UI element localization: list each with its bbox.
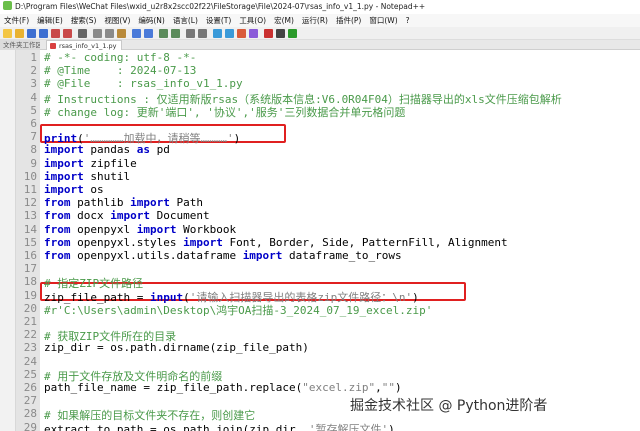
code-line: from openpyxl import Workbook xyxy=(44,222,237,236)
stop-macro-icon[interactable] xyxy=(276,29,285,38)
line-number: 3 xyxy=(30,77,37,91)
code-line: import pandas as pd xyxy=(44,143,170,157)
new-file-icon[interactable] xyxy=(3,29,12,38)
code-line: import zipfile xyxy=(44,156,137,170)
code-line: from docx import Document xyxy=(44,209,210,223)
line-number: 6 xyxy=(30,117,37,130)
line-number: 2 xyxy=(30,64,37,78)
tab-bar: 文件夹工作区 rsas_info_v1_1.py xyxy=(0,40,640,50)
paste-icon[interactable] xyxy=(117,29,126,38)
zoom-in-icon[interactable] xyxy=(186,29,195,38)
line-number: 12 xyxy=(23,196,37,210)
window-title: D:\Program Files\WeChat Files\wxid_u2r8x… xyxy=(15,2,426,11)
menu-edit[interactable]: 编辑(E) xyxy=(33,14,67,27)
title-bar: D:\Program Files\WeChat Files\wxid_u2r8x… xyxy=(0,0,640,14)
word-wrap-icon[interactable] xyxy=(225,29,234,38)
menu-plugins[interactable]: 插件(P) xyxy=(332,14,365,27)
menu-help[interactable]: ? xyxy=(402,14,414,27)
line-number: 7 xyxy=(30,130,37,144)
menu-window[interactable]: 窗口(W) xyxy=(365,14,401,27)
folder-workspace-tab[interactable]: 文件夹工作区 xyxy=(0,40,40,50)
code-line: from openpyxl.utils.dataframe import dat… xyxy=(44,249,402,262)
zoom-out-icon[interactable] xyxy=(198,29,207,38)
line-number: 4 xyxy=(30,90,37,104)
code-line: import shutil xyxy=(44,169,131,183)
tab-label: rsas_info_v1_1.py xyxy=(59,42,117,50)
save-all-icon[interactable] xyxy=(39,29,48,38)
line-number: 10 xyxy=(23,169,37,183)
code-line: path_file_name = zip_file_path.replace("… xyxy=(44,381,402,394)
menu-language[interactable]: 语言(L) xyxy=(169,14,202,27)
line-number: 9 xyxy=(30,156,37,170)
unsaved-file-icon xyxy=(50,43,56,49)
record-macro-icon[interactable] xyxy=(264,29,273,38)
replace-icon[interactable] xyxy=(171,29,180,38)
line-number: 27 xyxy=(23,394,37,408)
line-number: 20 xyxy=(23,301,37,315)
line-number: 23 xyxy=(23,341,37,355)
watermark: 掘金技术社区 @ Python进阶者 xyxy=(346,394,552,416)
notepadpp-icon xyxy=(3,1,12,10)
cut-icon[interactable] xyxy=(93,29,102,38)
menu-view[interactable]: 视图(V) xyxy=(100,14,134,27)
line-number: 5 xyxy=(30,103,37,117)
line-number: 18 xyxy=(23,275,37,289)
line-number: 14 xyxy=(23,222,37,236)
side-panel xyxy=(0,50,16,431)
line-number: 26 xyxy=(23,381,37,394)
close-icon[interactable] xyxy=(51,29,60,38)
line-number: 21 xyxy=(23,315,37,328)
play-macro-icon[interactable] xyxy=(288,29,297,38)
code-line: # @Time : 2024-07-13 xyxy=(44,64,197,78)
toolbar xyxy=(0,27,640,40)
code-line: # @File : rsas_info_v1_1.py xyxy=(44,77,243,91)
code-line: # change log: 更新'端口', '协议','服务'三列数据合并单元格… xyxy=(44,105,406,119)
print-icon[interactable] xyxy=(78,29,87,38)
code-line: import os xyxy=(44,183,104,196)
code-line: from openpyxl.styles import Font, Border… xyxy=(44,235,508,249)
code-line: zip_dir = os.path.dirname(zip_file_path) xyxy=(44,341,309,355)
menu-encoding[interactable]: 编码(N) xyxy=(134,14,168,27)
indent-guide-icon[interactable] xyxy=(249,29,258,38)
line-number: 17 xyxy=(23,262,37,276)
line-number: 1 xyxy=(30,51,37,64)
close-all-icon[interactable] xyxy=(63,29,72,38)
undo-icon[interactable] xyxy=(132,29,141,38)
line-number: 22 xyxy=(23,328,37,342)
line-number: 13 xyxy=(23,209,37,223)
line-number: 24 xyxy=(23,354,37,368)
menu-settings[interactable]: 设置(T) xyxy=(202,14,235,27)
menu-bar: 文件(F) 编辑(E) 搜索(S) 视图(V) 编码(N) 语言(L) 设置(T) 工具(O)… xyxy=(0,14,640,27)
code-editor[interactable]: # -*- coding: utf-8 -*- # @Time : 2024-07… xyxy=(40,50,640,431)
copy-icon[interactable] xyxy=(105,29,114,38)
menu-tools[interactable]: 工具(O) xyxy=(235,14,270,27)
menu-file[interactable]: 文件(F) xyxy=(0,14,33,27)
line-number: 25 xyxy=(23,367,37,381)
save-icon[interactable] xyxy=(27,29,36,38)
find-icon[interactable] xyxy=(159,29,168,38)
menu-run[interactable]: 运行(R) xyxy=(298,14,332,27)
open-file-icon[interactable] xyxy=(15,29,24,38)
menu-macro[interactable]: 宏(M) xyxy=(270,14,298,27)
menu-search[interactable]: 搜索(S) xyxy=(67,14,101,27)
show-symbols-icon[interactable] xyxy=(237,29,246,38)
line-number: 28 xyxy=(23,407,37,421)
line-number: 8 xyxy=(30,143,37,157)
code-line: # -*- coding: utf-8 -*- xyxy=(44,51,197,64)
line-number: 11 xyxy=(23,183,37,196)
code-line: #r'C:\Users\admin\Desktop\鸿宇OA扫描-3_2024_… xyxy=(44,303,433,317)
line-number-gutter: 1 2 3 4 5 6 7 8 9 10 11 12 13 14 15 16 17 18 19 20 21 22 23 24 2… xyxy=(16,50,40,431)
line-number: 29 xyxy=(23,420,37,431)
line-number: 15 xyxy=(23,235,37,249)
tab-rsas-info[interactable]: rsas_info_v1_1.py xyxy=(46,40,122,50)
line-number: 19 xyxy=(23,288,37,302)
redo-icon[interactable] xyxy=(144,29,153,38)
code-line: extract_to_path = os.path.join(zip_dir, … xyxy=(44,422,395,431)
code-line: from pathlib import Path xyxy=(44,196,203,210)
sync-scroll-icon[interactable] xyxy=(213,29,222,38)
line-number: 16 xyxy=(23,249,37,262)
